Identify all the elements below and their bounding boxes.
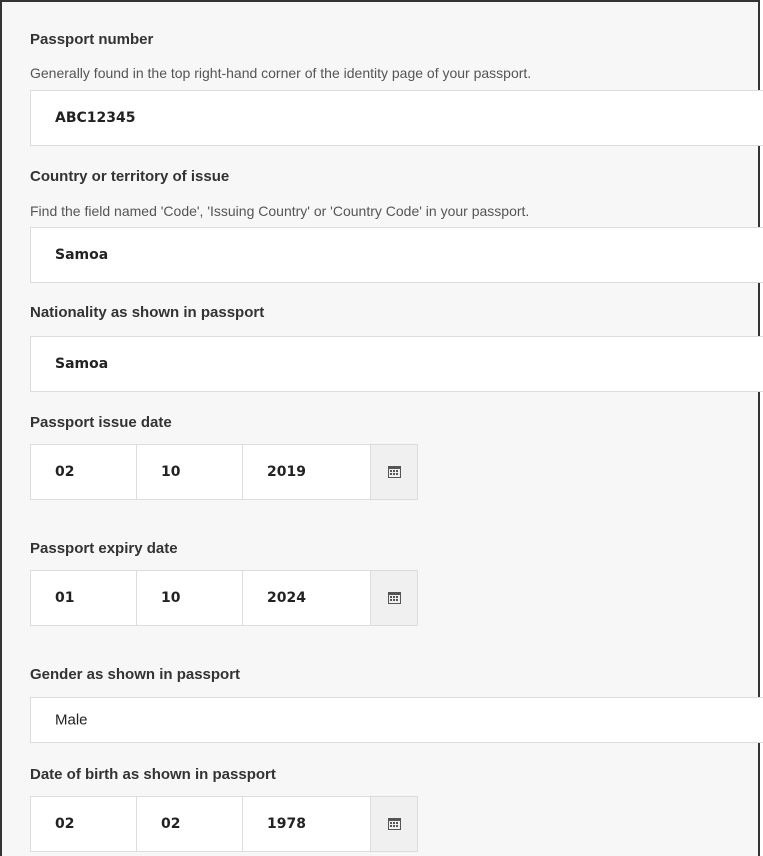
gender-label: Gender as shown in passport [30,666,241,683]
issue-date-day-input[interactable]: 02 [30,444,137,500]
issue-date-day-value: 02 [55,464,75,480]
country-of-issue-value: Samoa [55,247,109,263]
expiry-date-month-input[interactable]: 10 [136,570,243,626]
passport-number-value: ABC12345 [55,110,136,126]
date-of-birth-day-value: 02 [55,816,75,832]
expiry-date-group: 01 10 2024 [30,570,418,626]
issue-date-month-value: 10 [161,464,181,480]
expiry-date-year-value: 2024 [267,590,306,606]
expiry-date-day-value: 01 [55,590,75,606]
date-of-birth-month-input[interactable]: 02 [136,796,243,852]
issue-date-calendar-button[interactable] [370,444,418,500]
issue-date-year-input[interactable]: 2019 [242,444,371,500]
expiry-date-day-input[interactable]: 01 [30,570,137,626]
calendar-icon [387,466,401,478]
issue-date-month-input[interactable]: 10 [136,444,243,500]
country-of-issue-select[interactable]: Samoa [30,227,763,283]
calendar-icon [387,592,401,604]
date-of-birth-year-value: 1978 [267,816,306,832]
country-of-issue-hint: Find the field named 'Code', 'Issuing Co… [30,203,530,219]
nationality-select[interactable]: Samoa [30,336,763,392]
issue-date-label: Passport issue date [30,414,172,431]
expiry-date-month-value: 10 [161,590,181,606]
date-of-birth-calendar-button[interactable] [370,796,418,852]
country-of-issue-label: Country or territory of issue [30,168,230,185]
date-of-birth-day-input[interactable]: 02 [30,796,137,852]
date-of-birth-year-input[interactable]: 1978 [242,796,371,852]
expiry-date-calendar-button[interactable] [370,570,418,626]
expiry-date-label: Passport expiry date [30,540,178,557]
nationality-value: Samoa [55,356,109,372]
passport-number-hint: Generally found in the top right-hand co… [30,65,532,81]
gender-value: Male [55,711,88,729]
date-of-birth-month-value: 02 [161,816,181,832]
nationality-label: Nationality as shown in passport [30,304,265,321]
calendar-icon [387,818,401,830]
issue-date-year-value: 2019 [267,464,306,480]
date-of-birth-label: Date of birth as shown in passport [30,766,276,783]
passport-number-label: Passport number [30,31,154,48]
expiry-date-year-input[interactable]: 2024 [242,570,371,626]
passport-details-form: Passport number Generally found in the t… [0,0,763,856]
gender-select[interactable]: Male [30,697,763,743]
date-of-birth-group: 02 02 1978 [30,796,418,852]
issue-date-group: 02 10 2019 [30,444,418,500]
passport-number-input[interactable]: ABC12345 [30,90,763,146]
